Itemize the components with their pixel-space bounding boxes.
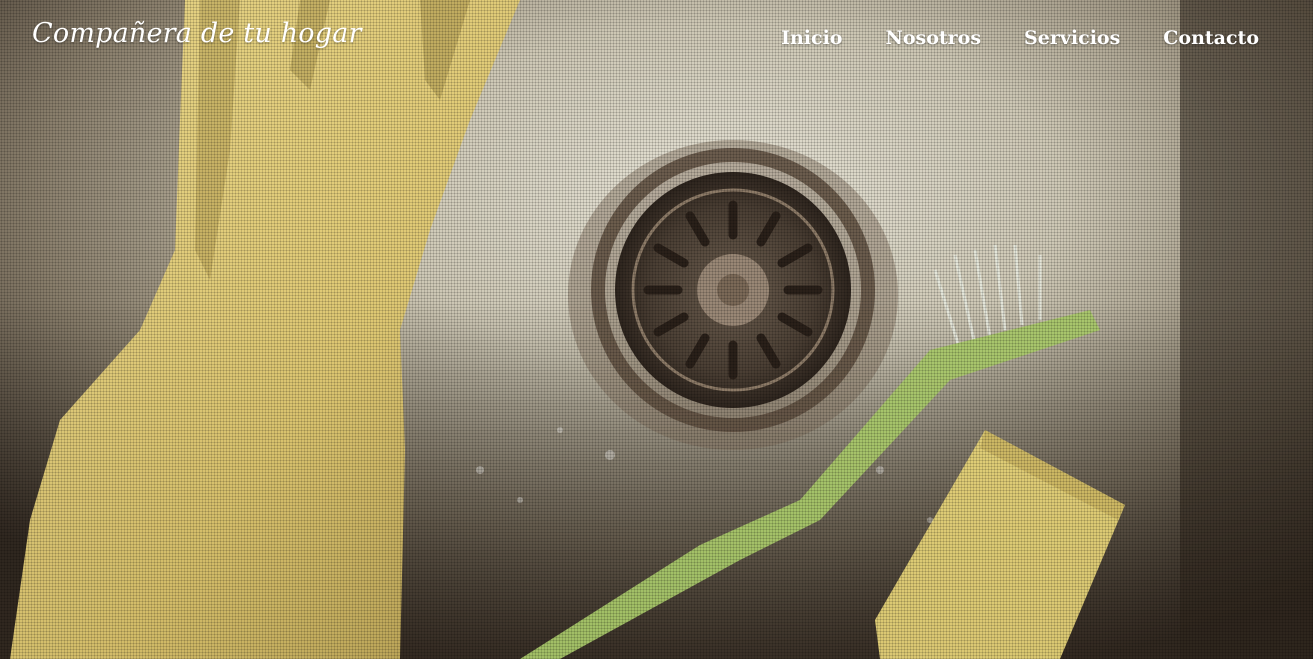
nav-item-inicio: Inicio	[781, 27, 842, 49]
nav-item-nosotros: Nosotros	[885, 27, 981, 49]
site-logo[interactable]: Compañera de tu hogar	[32, 18, 362, 49]
hero-background-image	[0, 0, 1313, 659]
nav-item-servicios: Servicios	[1024, 27, 1120, 49]
nav-link-inicio[interactable]: Inicio	[781, 27, 842, 49]
nav-link-contacto[interactable]: Contacto	[1163, 27, 1259, 49]
main-navigation: Inicio Nosotros Servicios Contacto	[781, 27, 1259, 49]
nav-link-nosotros[interactable]: Nosotros	[885, 27, 981, 49]
nav-link-servicios[interactable]: Servicios	[1024, 27, 1120, 49]
hero-section: Compañera de tu hogar Inicio Nosotros Se…	[0, 0, 1313, 659]
site-header: Compañera de tu hogar Inicio Nosotros Se…	[0, 0, 1313, 80]
nav-item-contacto: Contacto	[1163, 27, 1259, 49]
